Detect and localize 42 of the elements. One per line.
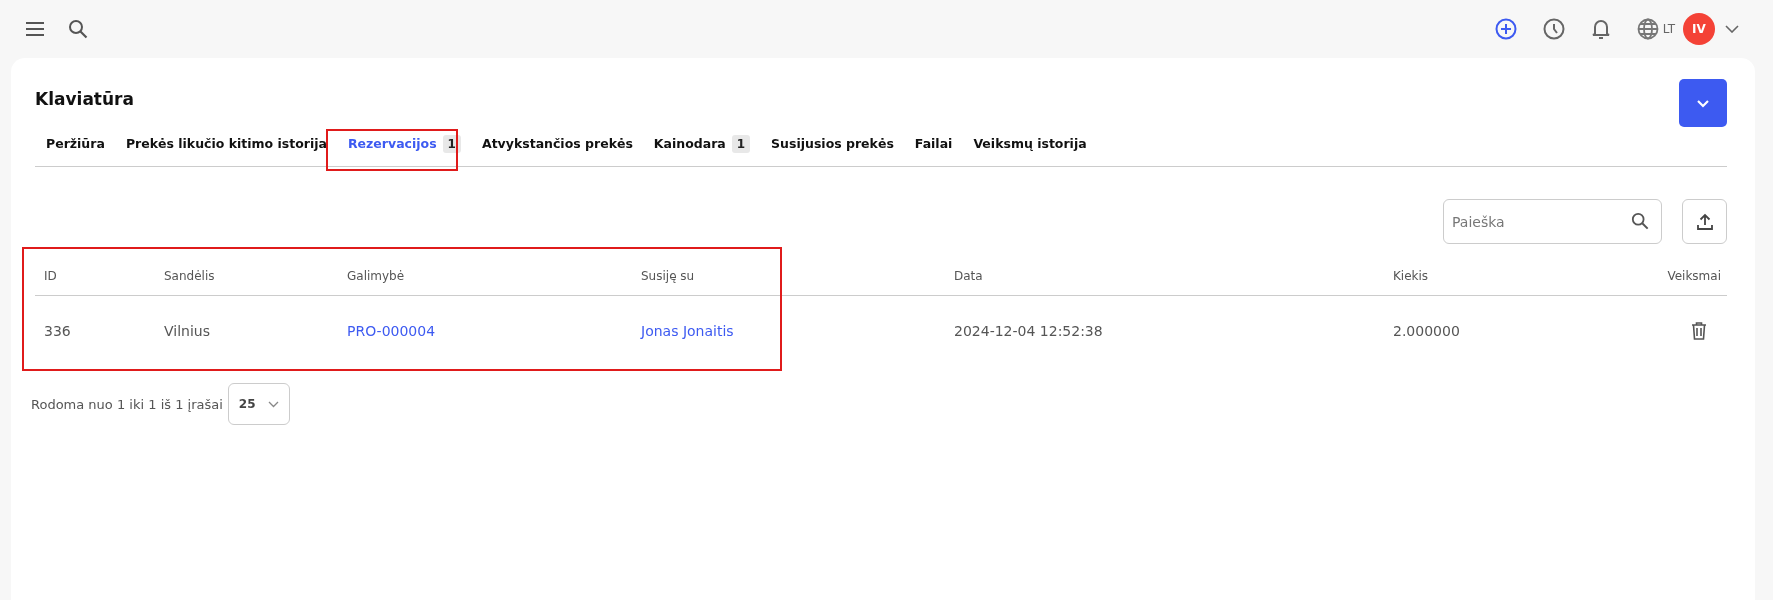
language-label[interactable]: LT bbox=[1662, 22, 1675, 36]
tab[interactable]: Failai bbox=[914, 136, 953, 151]
dropdown-button[interactable] bbox=[1679, 79, 1727, 127]
search-field[interactable]: Paieška bbox=[1443, 199, 1662, 244]
add-icon[interactable] bbox=[1494, 18, 1517, 40]
table-cell: 336 bbox=[44, 323, 71, 339]
tab[interactable]: Veiksmų istorija bbox=[973, 136, 1087, 151]
column-header: Kiekis bbox=[1384, 247, 1659, 296]
table-cell: 2.000000 bbox=[1393, 323, 1460, 339]
column-header: Galimybė bbox=[338, 247, 632, 296]
link[interactable]: Jonas Jonaitis bbox=[641, 323, 734, 339]
column-header: Data bbox=[945, 247, 1384, 296]
page-title: Klaviatūra bbox=[35, 89, 134, 109]
tab[interactable]: Rezervacijos 1 bbox=[347, 134, 461, 153]
bell-icon[interactable] bbox=[1590, 18, 1611, 40]
search-icon[interactable] bbox=[68, 19, 88, 39]
link[interactable]: PRO-000004 bbox=[347, 323, 436, 339]
export-button[interactable] bbox=[1682, 199, 1727, 244]
table-cell: Vilnius bbox=[164, 323, 210, 339]
count-badge: 1 bbox=[731, 134, 751, 153]
clock-icon[interactable] bbox=[1542, 18, 1565, 40]
column-header: ID bbox=[35, 247, 155, 296]
chevron-down-icon[interactable] bbox=[1725, 25, 1739, 33]
menu-icon[interactable] bbox=[25, 21, 45, 37]
chevron-down-icon bbox=[1696, 98, 1710, 108]
tab[interactable]: Peržiūra bbox=[46, 136, 105, 151]
search-icon bbox=[1631, 212, 1649, 230]
tab[interactable]: Susijusios prekės bbox=[771, 136, 894, 151]
tab[interactable]: Prekės likučio kitimo istorija bbox=[125, 136, 327, 151]
table-cell: 2024-12-04 12:52:38 bbox=[954, 323, 1103, 339]
column-header: Susiję su bbox=[632, 247, 945, 296]
column-header: Veiksmai bbox=[1658, 247, 1727, 296]
tab[interactable]: Atvykstančios prekės bbox=[481, 136, 633, 151]
globe-icon[interactable] bbox=[1636, 18, 1659, 40]
trash-icon[interactable] bbox=[1691, 322, 1707, 340]
page-size-select[interactable]: 25 bbox=[227, 383, 290, 425]
tab[interactable]: Kainodara 1 bbox=[653, 134, 751, 153]
chevron-down-icon bbox=[267, 400, 279, 408]
user-avatar[interactable]: IV bbox=[1683, 13, 1715, 45]
pagination-summary: Rodoma nuo 1 iki 1 iš 1 įrašai bbox=[31, 396, 223, 412]
column-header: Sandėlis bbox=[155, 247, 338, 296]
upload-icon bbox=[1695, 212, 1714, 231]
